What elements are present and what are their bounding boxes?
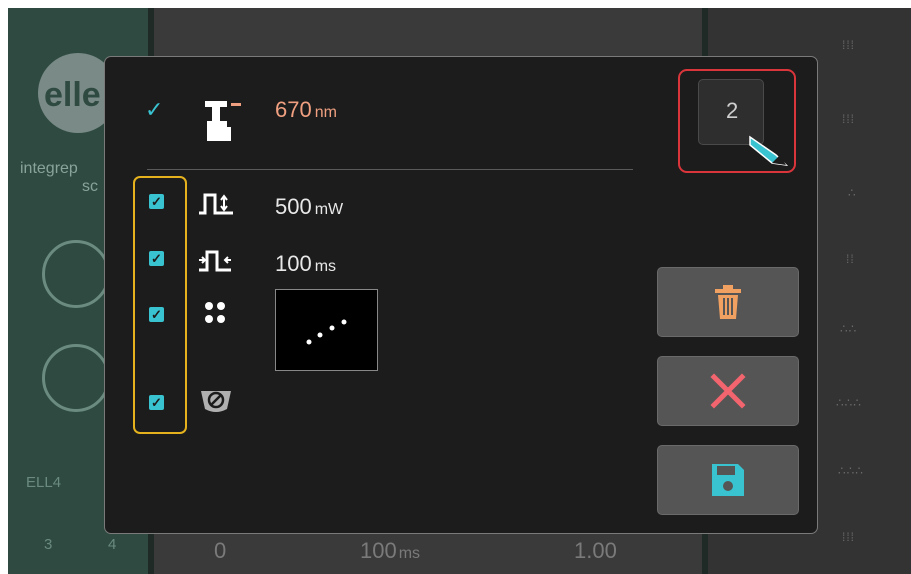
brand-text: integrep [20, 160, 78, 177]
delete-button[interactable] [657, 267, 799, 337]
treatment-number-highlight: 2 [678, 69, 796, 173]
pattern-checkbox[interactable]: ✓ [149, 307, 164, 322]
background-chip: 3 [44, 536, 53, 553]
duration-checkbox[interactable]: ✓ [149, 251, 164, 266]
pulse-duration-icon [199, 250, 231, 272]
pencil-icon[interactable] [746, 133, 792, 167]
pattern-dots-icon [306, 319, 347, 345]
pattern-thumb-icon: ⁞⁞⁞ [842, 112, 856, 126]
power-label: 500 mW [275, 194, 343, 220]
save-icon [712, 464, 744, 496]
pattern-thumb-icon: ∴∴∴ [836, 396, 862, 410]
pattern-thumb-icon: ⁞⁞⁞ [842, 530, 856, 544]
laser-source-icon [205, 101, 241, 141]
section-divider [147, 169, 633, 170]
wavelength-value: 670 [275, 97, 312, 122]
background-chip: 4 [108, 536, 117, 553]
aiming-beam-off-icon [201, 391, 231, 412]
duration-value: 100 [275, 251, 312, 276]
trash-icon [715, 285, 741, 319]
brand-text-2: sc [82, 178, 98, 195]
pattern-thumb-icon: ∴ [848, 186, 857, 200]
background-value: 1.00 [574, 538, 617, 563]
background-chip: ELL4 [26, 474, 62, 491]
wavelength-label: 670 nm [275, 97, 337, 123]
wavelength-unit: nm [314, 104, 337, 121]
pulse-power-icon [199, 193, 233, 215]
power-value: 500 [275, 194, 312, 219]
background-value: 100 ms [360, 538, 420, 564]
aiming-checkbox[interactable]: ✓ [149, 395, 164, 410]
pattern-thumb-icon: ∴∴∴ [838, 464, 864, 478]
laser-selected-check-icon: ✓ [145, 97, 164, 122]
settings-icon [42, 344, 110, 412]
power-checkbox[interactable]: ✓ [149, 194, 164, 209]
duration-label: 100 ms [275, 251, 336, 277]
pattern-thumb-icon: ⁞⁞⁞ [842, 38, 856, 52]
background-value-number: 100 [360, 538, 397, 563]
save-button[interactable] [657, 445, 799, 515]
spot-pattern-icon [205, 302, 225, 323]
duration-unit: ms [314, 258, 337, 275]
pattern-thumb-icon: ∴∴ [840, 322, 858, 336]
background-value-unit: ms [398, 545, 421, 562]
pattern-thumb-icon: ⁞⁞ [846, 252, 855, 266]
treatment-icon [42, 240, 110, 308]
background-value: 0 [214, 538, 227, 563]
close-icon [710, 373, 746, 409]
power-unit: mW [314, 201, 344, 218]
treatment-number-value: 2 [726, 98, 739, 123]
treatment-settings-dialog: ✓ 670 nm ✓ 500 mW ✓ 100 ms ✓ ✓ 2 [104, 56, 818, 534]
cancel-button[interactable] [657, 356, 799, 426]
pattern-preview[interactable] [275, 289, 378, 371]
brand-logo-text: elle [44, 76, 101, 114]
